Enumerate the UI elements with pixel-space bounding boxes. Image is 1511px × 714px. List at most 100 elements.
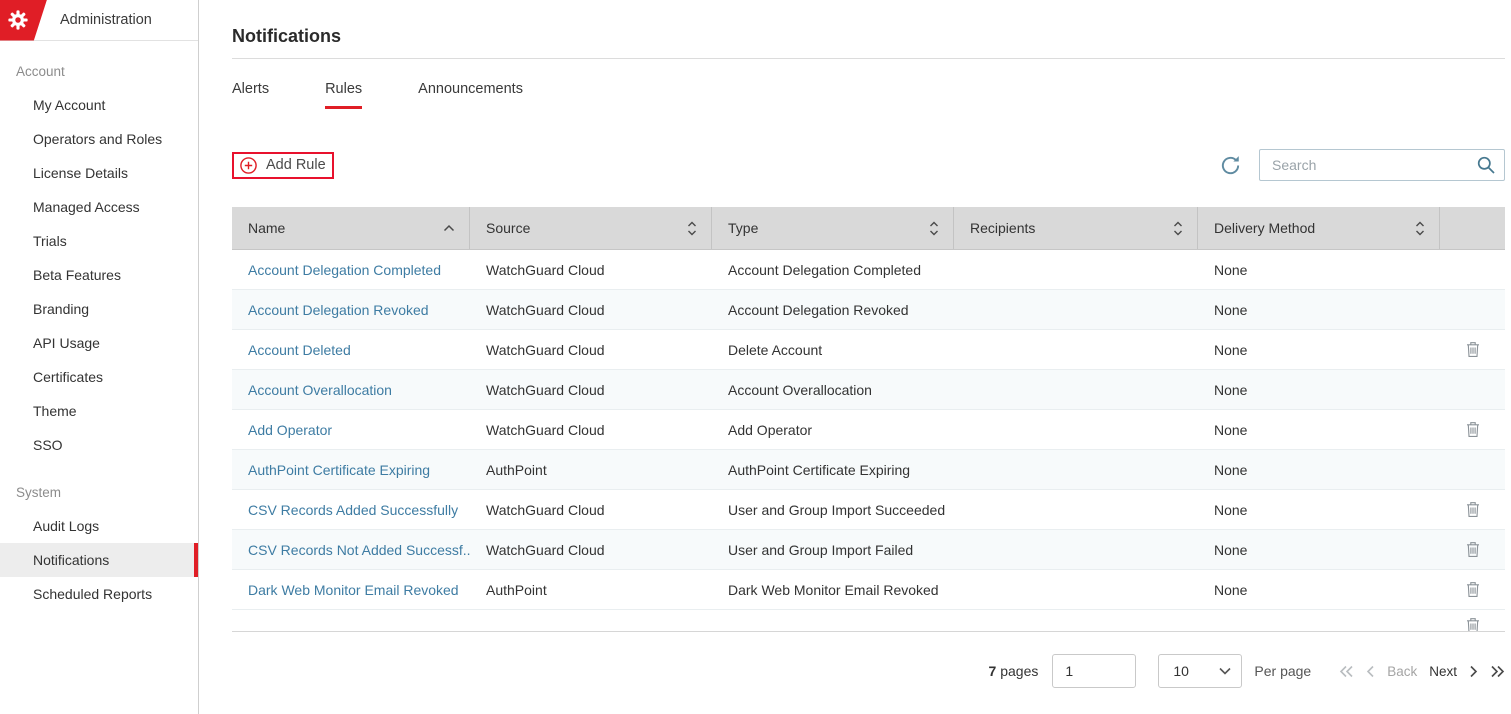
table-row: Account DeletedWatchGuard CloudDelete Ac… xyxy=(232,330,1505,370)
search-icon[interactable] xyxy=(1476,155,1496,175)
delete-rule-button[interactable] xyxy=(1466,501,1480,518)
sidebar-item-audit-logs[interactable]: Audit Logs xyxy=(0,509,198,543)
delete-rule-button[interactable] xyxy=(1466,617,1480,632)
sidebar-item-api-usage[interactable]: API Usage xyxy=(0,326,198,360)
cell-source: WatchGuard Cloud xyxy=(470,290,712,329)
sort-icon xyxy=(687,221,697,236)
cell-delivery-method: None xyxy=(1198,570,1440,609)
rule-name-link[interactable]: Dark Web Monitor Email Revoked xyxy=(232,570,470,609)
column-label: Name xyxy=(248,220,285,236)
last-page-button[interactable] xyxy=(1490,665,1505,678)
cell-recipients xyxy=(954,570,1198,609)
cell-type: Delete Account xyxy=(712,330,954,369)
pages-count-label: pages xyxy=(1000,663,1038,679)
cell-recipients xyxy=(954,290,1198,329)
tab-rules[interactable]: Rules xyxy=(325,81,362,109)
rule-name-link[interactable]: Add Operator xyxy=(232,410,470,449)
cell-source: WatchGuard Cloud xyxy=(470,250,712,289)
cell-type: Add Operator xyxy=(712,410,954,449)
chevron-down-icon xyxy=(1219,667,1231,675)
tab-announcements[interactable]: Announcements xyxy=(418,81,523,109)
column-header-delivery-method[interactable]: Delivery Method xyxy=(1198,207,1440,249)
cell-recipients xyxy=(954,490,1198,529)
sidebar: Administration AccountMy AccountOperator… xyxy=(0,0,199,714)
app-title: Administration xyxy=(60,12,152,28)
sort-icon xyxy=(929,221,939,236)
column-label: Source xyxy=(486,220,530,236)
sidebar-header: Administration xyxy=(0,0,198,41)
trash-icon xyxy=(1466,617,1480,632)
double-chevron-right-icon xyxy=(1490,665,1505,678)
cell-source: AuthPoint xyxy=(470,570,712,609)
sidebar-item-notifications[interactable]: Notifications xyxy=(0,543,198,577)
rule-name-link[interactable]: Account Overallocation xyxy=(232,370,470,409)
sidebar-item-license-details[interactable]: License Details xyxy=(0,156,198,190)
tab-alerts[interactable]: Alerts xyxy=(232,81,269,109)
per-page-label: Per page xyxy=(1254,663,1311,679)
sidebar-item-beta-features[interactable]: Beta Features xyxy=(0,258,198,292)
table-row: Account OverallocationWatchGuard CloudAc… xyxy=(232,370,1505,410)
sidebar-item-managed-access[interactable]: Managed Access xyxy=(0,190,198,224)
rule-name-link[interactable]: AuthPoint Certificate Expiring xyxy=(232,450,470,489)
rule-name-link[interactable]: Account Delegation Revoked xyxy=(232,290,470,329)
delete-rule-button[interactable] xyxy=(1466,581,1480,598)
rule-name-link[interactable]: Account Delegation Completed xyxy=(232,250,470,289)
next-button[interactable]: Next xyxy=(1429,664,1457,679)
column-header-recipients[interactable]: Recipients xyxy=(954,207,1198,249)
cell-type: Account Delegation Revoked xyxy=(712,290,954,329)
per-page-select[interactable]: 10 xyxy=(1158,654,1242,688)
add-rule-button[interactable]: Add Rule xyxy=(240,157,326,174)
sidebar-item-operators-and-roles[interactable]: Operators and Roles xyxy=(0,122,198,156)
add-rule-highlight-annotation: Add Rule xyxy=(232,152,334,179)
delete-rule-button[interactable] xyxy=(1466,341,1480,358)
sidebar-item-sso[interactable]: SSO xyxy=(0,428,198,462)
cell-type: Dark Web Monitor Email Revoked xyxy=(712,570,954,609)
gear-icon xyxy=(7,9,29,31)
sidebar-item-theme[interactable]: Theme xyxy=(0,394,198,428)
first-page-button[interactable] xyxy=(1339,665,1354,678)
page-number-input[interactable] xyxy=(1052,654,1136,688)
sidebar-item-trials[interactable]: Trials xyxy=(0,224,198,258)
column-header-actions xyxy=(1440,207,1505,249)
cell-delivery-method: None xyxy=(1198,410,1440,449)
next-page-button[interactable] xyxy=(1469,665,1478,678)
previous-page-button[interactable] xyxy=(1366,665,1375,678)
column-header-type[interactable]: Type xyxy=(712,207,954,249)
trash-icon xyxy=(1466,501,1480,518)
back-button[interactable]: Back xyxy=(1387,664,1417,679)
pages-count: 7 pages xyxy=(989,663,1039,679)
watchguard-logo xyxy=(0,0,47,41)
trash-icon xyxy=(1466,541,1480,558)
column-header-source[interactable]: Source xyxy=(470,207,712,249)
table-header-row: Name Source Type Recipients Delivery Method xyxy=(232,207,1505,250)
rule-name-link[interactable]: Account Deleted xyxy=(232,330,470,369)
page-title: Notifications xyxy=(232,26,1505,47)
cell-source: WatchGuard Cloud xyxy=(470,410,712,449)
plus-circle-icon xyxy=(240,157,257,174)
column-header-name[interactable]: Name xyxy=(232,207,470,249)
pager: Back Next xyxy=(1339,664,1505,679)
cell-actions xyxy=(1440,330,1505,369)
column-label: Recipients xyxy=(970,220,1035,236)
delete-rule-button[interactable] xyxy=(1466,421,1480,438)
sidebar-item-scheduled-reports[interactable]: Scheduled Reports xyxy=(0,577,198,611)
sidebar-item-certificates[interactable]: Certificates xyxy=(0,360,198,394)
cell-type: AuthPoint Certificate Expiring xyxy=(712,450,954,489)
rule-name-link[interactable]: CSV Records Not Added Successf... xyxy=(232,530,470,569)
delete-rule-button[interactable] xyxy=(1466,541,1480,558)
per-page-value: 10 xyxy=(1173,663,1189,679)
double-chevron-left-icon xyxy=(1339,665,1354,678)
rule-name-link[interactable]: CSV Records Added Successfully xyxy=(232,490,470,529)
sidebar-item-branding[interactable]: Branding xyxy=(0,292,198,326)
refresh-button[interactable] xyxy=(1219,154,1242,177)
sidebar-item-my-account[interactable]: My Account xyxy=(0,88,198,122)
column-label: Type xyxy=(728,220,758,236)
cell-actions xyxy=(1440,370,1505,409)
cell-actions xyxy=(1440,410,1505,449)
sidebar-nav: AccountMy AccountOperators and RolesLice… xyxy=(0,64,198,611)
cell-actions xyxy=(1440,570,1505,609)
search-input[interactable] xyxy=(1272,157,1476,173)
cell-actions xyxy=(1440,450,1505,489)
cell-recipients xyxy=(954,450,1198,489)
cell-recipients xyxy=(954,250,1198,289)
